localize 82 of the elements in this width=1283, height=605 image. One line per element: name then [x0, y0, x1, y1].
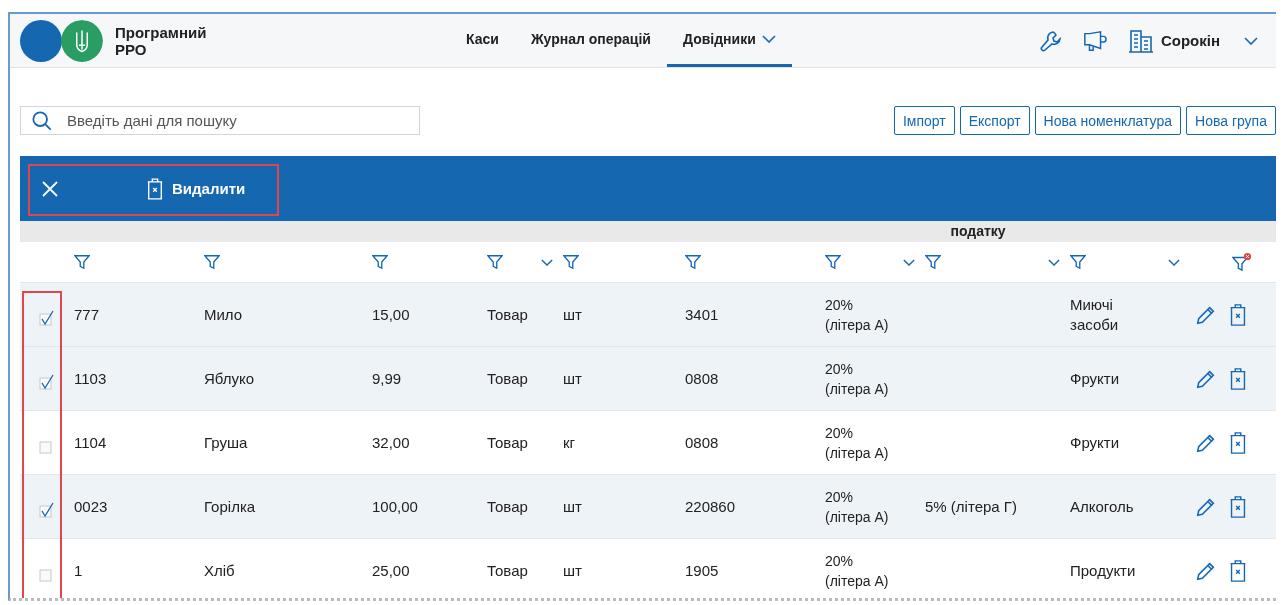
delete-button[interactable]: Видалити	[140, 175, 252, 202]
table-cell: кг	[563, 434, 576, 451]
table-cell: 1905	[685, 562, 719, 579]
table-cell: Яблуко	[204, 370, 255, 387]
table-cell-text: 20% (літера А)	[825, 487, 890, 527]
table-row[interactable]: 0023 Горілка 100,00 Товар шт 220860 20% (літера А) 5% (літера Г) Алкоголь	[20, 475, 1276, 539]
app-title: Програмний РРО	[115, 23, 208, 58]
table-cell-text: 20% (літера А)	[825, 551, 890, 591]
filter-icon[interactable]	[487, 254, 503, 270]
table-cell: 1103	[74, 370, 107, 387]
table-cell: Товар	[487, 562, 528, 579]
trash-icon	[146, 176, 164, 201]
table-cell: Хліб	[204, 562, 235, 579]
table-cell: шт	[563, 370, 582, 387]
clear-filter-icon[interactable]	[1232, 252, 1252, 272]
table-cell-text: Алкоголь	[1070, 496, 1135, 517]
table-cell: 15,00	[372, 306, 410, 323]
table-cell-text: 20% (літера А)	[825, 359, 890, 399]
table-cell: 9,99	[372, 370, 402, 387]
user-name: Сорокін	[1160, 32, 1220, 49]
table-cell: 100,00	[372, 498, 418, 515]
table-cell-text: Фрукти	[1070, 432, 1121, 453]
checkbox[interactable]	[39, 373, 55, 390]
table-cell-text: 20% (літера А)	[825, 295, 890, 335]
action-button[interactable]: Імпорт	[893, 106, 955, 135]
table-cell: 5% (літера Г)	[925, 498, 1017, 515]
search-field[interactable]: Введіть дані для пошуку	[20, 106, 420, 135]
table-cell-text: Фрукти	[1070, 368, 1121, 389]
table-cell: Товар	[487, 434, 528, 451]
wrench-icon[interactable]	[1038, 28, 1063, 53]
filter-icon[interactable]	[825, 254, 841, 270]
table-cell-text: Миючі засоби	[1070, 294, 1120, 335]
search-icon	[32, 111, 52, 131]
table-cell: 1104	[74, 434, 107, 451]
table-cell: Товар	[487, 370, 528, 387]
checkbox[interactable]	[39, 309, 55, 326]
close-icon[interactable]	[42, 180, 58, 197]
action-button[interactable]: Експорт	[959, 106, 1030, 135]
table-cell: 1	[74, 562, 83, 579]
table-cell: 0808	[685, 370, 719, 387]
chevron-down-icon[interactable]	[541, 258, 553, 266]
logo-circle	[20, 19, 62, 62]
chevron-down-icon[interactable]	[1244, 36, 1258, 45]
chevron-down-icon[interactable]	[1168, 258, 1180, 266]
table-cell-text: 20% (літера А)	[825, 423, 890, 463]
table-cell: 220860	[685, 498, 736, 515]
filter-icon[interactable]	[685, 254, 701, 270]
table-cell: Товар	[487, 306, 528, 323]
table-row[interactable]: 1103 Яблуко 9,99 Товар шт 0808 20% (літера А) Фрукти	[20, 347, 1276, 411]
filter-icon[interactable]	[204, 254, 220, 270]
table-cell: шт	[563, 562, 582, 579]
table-cell: Горілка	[204, 498, 256, 515]
table-row[interactable]: 777 Мило 15,00 Товар шт 3401 20% (літера А) Миючі засоби	[20, 283, 1276, 347]
chevron-down-icon[interactable]	[1048, 258, 1060, 266]
filter-icon[interactable]	[1070, 254, 1086, 270]
nav-tab[interactable]: Довідники	[667, 14, 792, 67]
building-icon[interactable]	[1126, 28, 1155, 53]
chevron-down-icon[interactable]	[903, 258, 915, 266]
table-cell: 25,00	[372, 562, 410, 579]
table-cell: шт	[563, 306, 582, 323]
table-cell: 777	[74, 306, 100, 323]
checkbox[interactable]	[39, 501, 55, 518]
nav-tab[interactable]: Журнал операцій	[514, 14, 667, 67]
table-cell: 32,00	[372, 434, 410, 451]
table-cell: Товар	[487, 498, 528, 515]
megaphone-icon[interactable]	[1082, 28, 1107, 53]
filter-icon[interactable]	[372, 254, 388, 270]
table-cell: 0808	[685, 434, 719, 451]
filter-icon[interactable]	[925, 254, 941, 270]
table-cell: 3401	[685, 306, 719, 323]
action-button[interactable]: Нова номенклатура	[1034, 106, 1182, 135]
filter-icon[interactable]	[563, 254, 579, 270]
table-cell: Груша	[204, 434, 248, 451]
nav-tab[interactable]: Каси	[450, 14, 515, 67]
filter-icon[interactable]	[74, 254, 90, 270]
table-cell: шт	[563, 498, 582, 515]
trident-logo-icon	[61, 19, 103, 62]
table-cell: 0023	[74, 498, 108, 515]
table-cell: Мило	[204, 306, 243, 323]
column-heading: податку	[950, 223, 1006, 241]
table-cell-text: Продукти	[1070, 560, 1137, 581]
action-button[interactable]: Нова група	[1186, 106, 1276, 135]
